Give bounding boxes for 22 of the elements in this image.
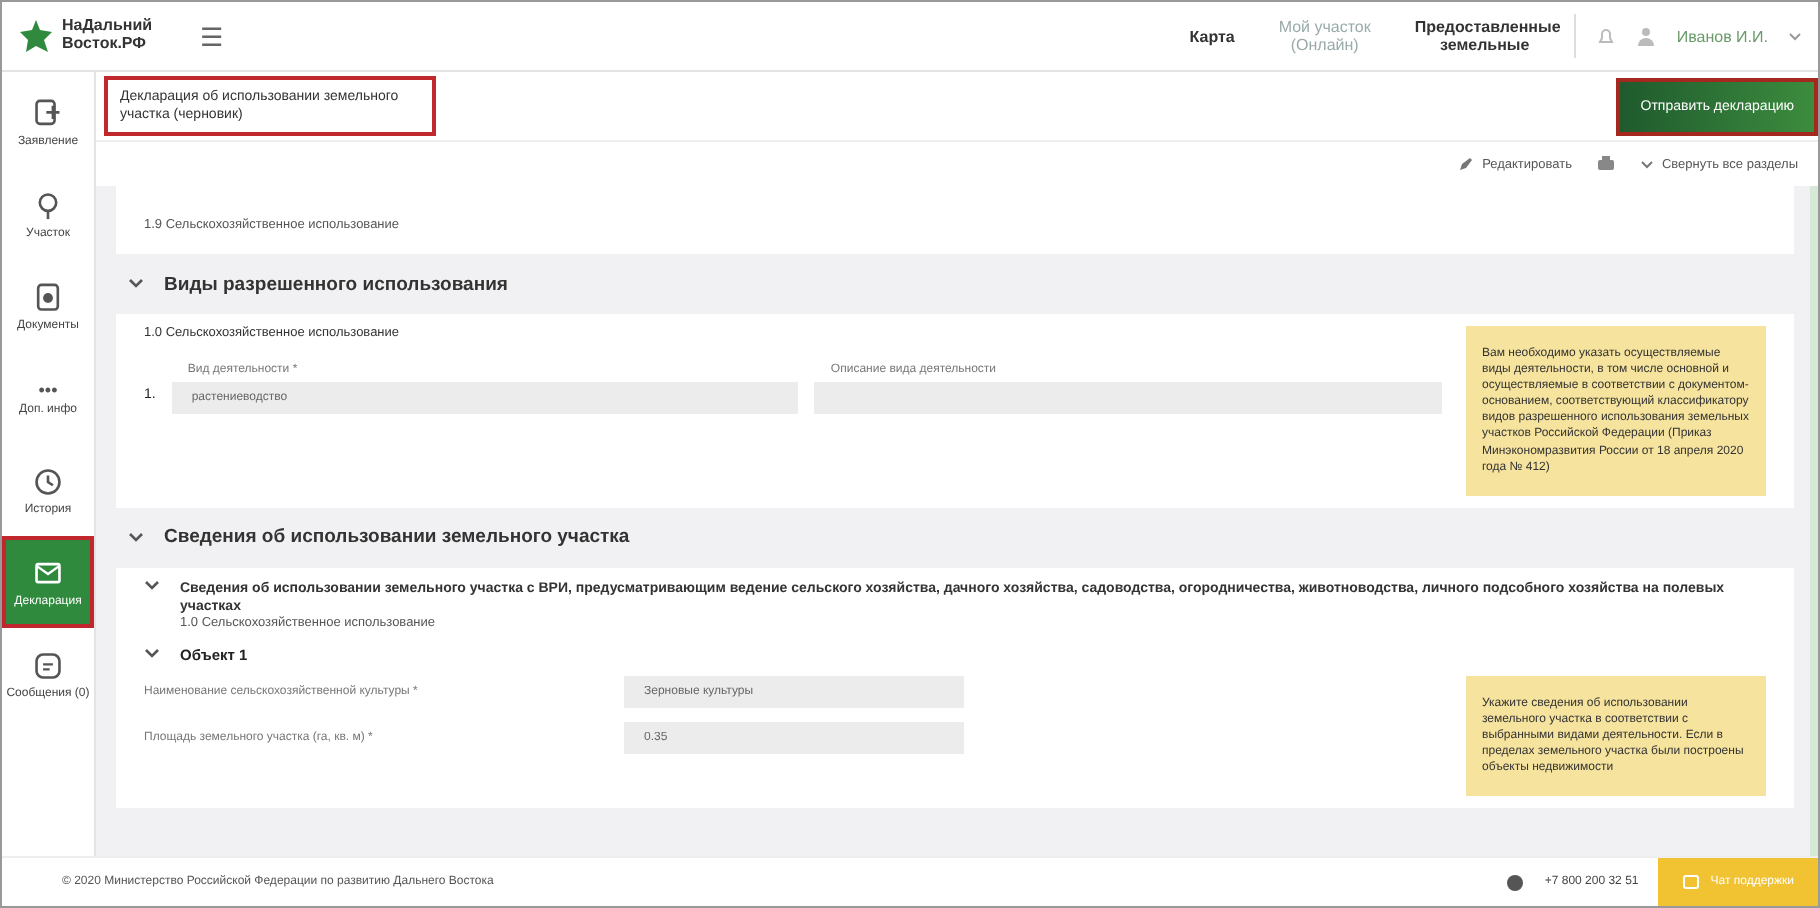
chevron-icon[interactable]: [144, 579, 160, 592]
section-title: Сведения об использовании земельного участка: [164, 526, 630, 549]
scrollbar[interactable]: [1810, 186, 1818, 856]
chevron-icon[interactable]: [128, 531, 144, 544]
dots-icon: •••: [38, 380, 58, 400]
chevron-icon[interactable]: [128, 278, 144, 290]
bell-icon[interactable]: [1596, 26, 1617, 46]
logo-text: НаДальний Восток.РФ: [62, 18, 153, 54]
section-title: Виды разрешенного использования: [164, 273, 508, 295]
section-icon: [30, 464, 66, 500]
chevron-icon: [1639, 159, 1654, 169]
pencil-icon: [1458, 156, 1475, 172]
caret-icon[interactable]: [1788, 31, 1802, 41]
section-icon: [30, 648, 66, 684]
chat-icon: [1682, 873, 1701, 891]
nav-link[interactable]: Карта: [1189, 27, 1235, 45]
chevron-icon[interactable]: [144, 648, 160, 661]
menu-icon[interactable]: ☰: [200, 21, 225, 51]
user-icon[interactable]: [1636, 26, 1657, 46]
print-icon[interactable]: [1595, 154, 1616, 174]
nav-link[interactable]: Предоставленные земельные: [1414, 18, 1555, 54]
logo-icon: [18, 18, 54, 54]
